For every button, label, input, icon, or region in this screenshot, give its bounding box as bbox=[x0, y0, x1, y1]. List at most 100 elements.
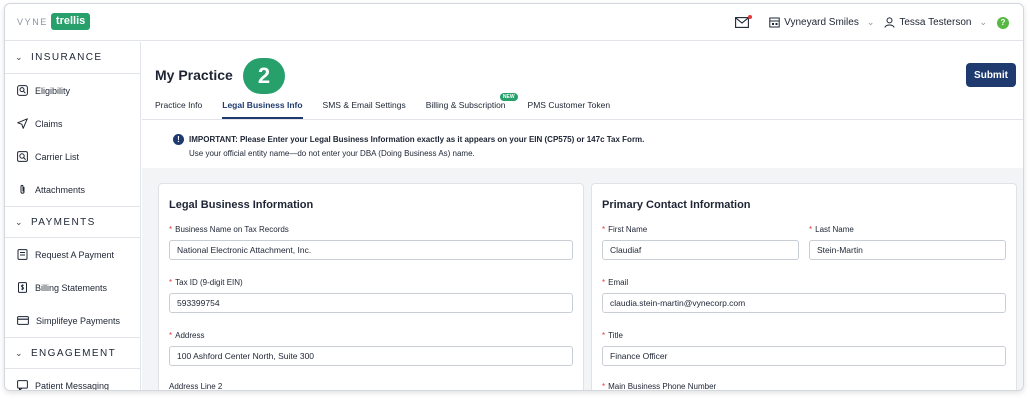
label-text: Title bbox=[608, 331, 623, 340]
sidebar: ⌄ INSURANCE Eligibility Claims Carrier L… bbox=[5, 42, 141, 391]
important-notice: ! IMPORTANT: Please Enter your Legal Bus… bbox=[142, 120, 1023, 168]
label-text: Main Business Phone Number bbox=[608, 382, 717, 391]
address-input[interactable] bbox=[169, 346, 573, 366]
sidebar-section-title: ENGAGEMENT bbox=[30, 347, 117, 359]
sidebar-item-patient-messaging[interactable]: Patient Messaging bbox=[5, 369, 140, 391]
page-title: My Practice bbox=[155, 67, 233, 83]
address-line-2-label: Address Line 2 bbox=[169, 382, 223, 391]
card-title: Legal Business Information bbox=[169, 199, 314, 211]
address-label: * Address bbox=[169, 331, 204, 340]
title-label: * Title bbox=[602, 331, 623, 340]
card-title: Primary Contact Information bbox=[602, 199, 751, 211]
first-name-label: * First Name bbox=[602, 225, 647, 234]
sidebar-item-label: Attachments bbox=[35, 184, 86, 195]
label-text: Address bbox=[175, 331, 205, 340]
new-badge: NEW bbox=[499, 93, 518, 101]
sidebar-item-label: Billing Statements bbox=[35, 282, 108, 293]
tab-sms-email-settings[interactable]: SMS & Email Settings bbox=[323, 100, 406, 118]
sidebar-item-label: Patient Messaging bbox=[35, 380, 110, 391]
first-name-input[interactable] bbox=[602, 240, 799, 260]
dollar-document-icon bbox=[18, 282, 27, 293]
email-label: * Email bbox=[602, 278, 628, 287]
sidebar-item-label: Eligibility bbox=[35, 85, 71, 96]
label-text: Address Line 2 bbox=[169, 382, 223, 391]
sidebar-item-label: Request A Payment bbox=[35, 249, 115, 260]
sidebar-section-payments[interactable]: ⌄ PAYMENTS bbox=[5, 206, 140, 238]
top-bar-actions: Vyneyard Smiles ⌄ Tessa Testerson ⌄ ? bbox=[735, 4, 1009, 41]
chevron-down-icon: ⌄ bbox=[15, 52, 24, 62]
sidebar-item-billing-statements[interactable]: Billing Statements bbox=[5, 271, 140, 304]
search-person-icon bbox=[17, 85, 28, 96]
required-marker: * bbox=[809, 225, 813, 234]
label-text: Last Name bbox=[815, 225, 854, 234]
user-name: Tessa Testerson bbox=[899, 17, 972, 28]
chevron-down-icon: ⌄ bbox=[866, 17, 875, 27]
sidebar-item-simplifeye-payments[interactable]: Simplifeye Payments bbox=[5, 304, 140, 337]
tab-legal-business-info[interactable]: Legal Business Info bbox=[222, 100, 303, 119]
tab-label: Billing & Subscription bbox=[425, 100, 506, 110]
primary-contact-card: Primary Contact Information * First Name … bbox=[591, 183, 1017, 391]
notification-dot bbox=[748, 14, 753, 19]
tax-id-label: * Tax ID (9-digit EIN) bbox=[169, 278, 243, 287]
label-text: Email bbox=[608, 278, 629, 287]
legal-business-card: Legal Business Information * Business Nam… bbox=[158, 183, 584, 391]
user-menu[interactable]: Tessa Testerson ⌄ bbox=[884, 17, 987, 28]
practice-selector[interactable]: Vyneyard Smiles ⌄ bbox=[769, 17, 874, 28]
required-marker: * bbox=[169, 278, 173, 287]
sidebar-section-insurance[interactable]: ⌄ INSURANCE bbox=[5, 42, 140, 74]
help-icon[interactable]: ? bbox=[997, 16, 1009, 29]
logo[interactable]: VYNE trellis bbox=[17, 13, 91, 30]
sidebar-item-claims[interactable]: Claims bbox=[5, 107, 140, 140]
business-name-input[interactable] bbox=[169, 240, 573, 260]
label-text: Business Name on Tax Records bbox=[175, 225, 289, 234]
sidebar-item-label: Claims bbox=[35, 118, 63, 129]
tax-id-input[interactable] bbox=[169, 293, 573, 313]
sidebar-section-title: INSURANCE bbox=[30, 52, 103, 63]
building-icon bbox=[769, 17, 780, 28]
sidebar-item-label: Carrier List bbox=[35, 151, 80, 162]
sidebar-item-request-a-payment[interactable]: Request A Payment bbox=[5, 238, 140, 271]
message-icon bbox=[17, 380, 28, 390]
invoice-icon bbox=[17, 249, 28, 260]
email-input[interactable] bbox=[602, 293, 1006, 313]
sidebar-section-engagement[interactable]: ⌄ ENGAGEMENT bbox=[5, 337, 140, 369]
step-badge: 2 bbox=[243, 58, 285, 94]
sidebar-item-carrier-list[interactable]: Carrier List bbox=[5, 140, 140, 173]
app-window: VYNE trellis Vyneyard Smiles ⌄ Tessa Tes… bbox=[4, 3, 1024, 391]
tab-billing-subscription[interactable]: Billing & Subscription NEW bbox=[425, 93, 518, 118]
required-marker: * bbox=[169, 225, 173, 234]
carrier-search-icon bbox=[17, 151, 28, 162]
required-marker: * bbox=[602, 225, 606, 234]
phone-label: * Main Business Phone Number bbox=[602, 382, 717, 391]
sidebar-item-label: Simplifeye Payments bbox=[36, 315, 121, 326]
logo-prefix: VYNE bbox=[17, 16, 48, 27]
info-icon: ! bbox=[173, 134, 184, 145]
paperclip-icon bbox=[20, 184, 25, 194]
tab-pms-customer-token[interactable]: PMS Customer Token bbox=[528, 100, 611, 118]
sidebar-item-eligibility[interactable]: Eligibility bbox=[5, 74, 140, 107]
last-name-input[interactable] bbox=[809, 240, 1006, 260]
chevron-down-icon: ⌄ bbox=[979, 17, 987, 27]
required-marker: * bbox=[602, 331, 606, 340]
submit-button[interactable]: Submit bbox=[966, 63, 1016, 87]
top-bar: VYNE trellis Vyneyard Smiles ⌄ Tessa Tes… bbox=[5, 4, 1023, 41]
notice-line-1: IMPORTANT: Please Enter your Legal Busin… bbox=[189, 135, 645, 144]
logo-brand: trellis bbox=[50, 13, 91, 30]
sidebar-section-title: PAYMENTS bbox=[30, 216, 96, 228]
chevron-down-icon: ⌄ bbox=[15, 216, 24, 227]
notice-line-2: Use your official entity name—do not ent… bbox=[189, 149, 475, 158]
business-name-label: * Business Name on Tax Records bbox=[169, 225, 289, 234]
label-text: Tax ID (9-digit EIN) bbox=[175, 278, 243, 287]
main-content: My Practice 2 Submit Practice Info Legal… bbox=[142, 42, 1023, 391]
mail-icon[interactable] bbox=[735, 14, 753, 29]
required-marker: * bbox=[602, 278, 606, 287]
required-marker: * bbox=[169, 331, 173, 340]
tab-bar: Practice Info Legal Business Info SMS & … bbox=[155, 93, 630, 119]
last-name-label: * Last Name bbox=[809, 225, 854, 234]
tab-practice-info[interactable]: Practice Info bbox=[155, 100, 202, 118]
sidebar-item-attachments[interactable]: Attachments bbox=[5, 173, 140, 206]
chevron-down-icon: ⌄ bbox=[15, 347, 24, 358]
title-input[interactable] bbox=[602, 346, 1006, 366]
credit-card-icon bbox=[17, 316, 29, 325]
required-marker: * bbox=[602, 382, 606, 391]
